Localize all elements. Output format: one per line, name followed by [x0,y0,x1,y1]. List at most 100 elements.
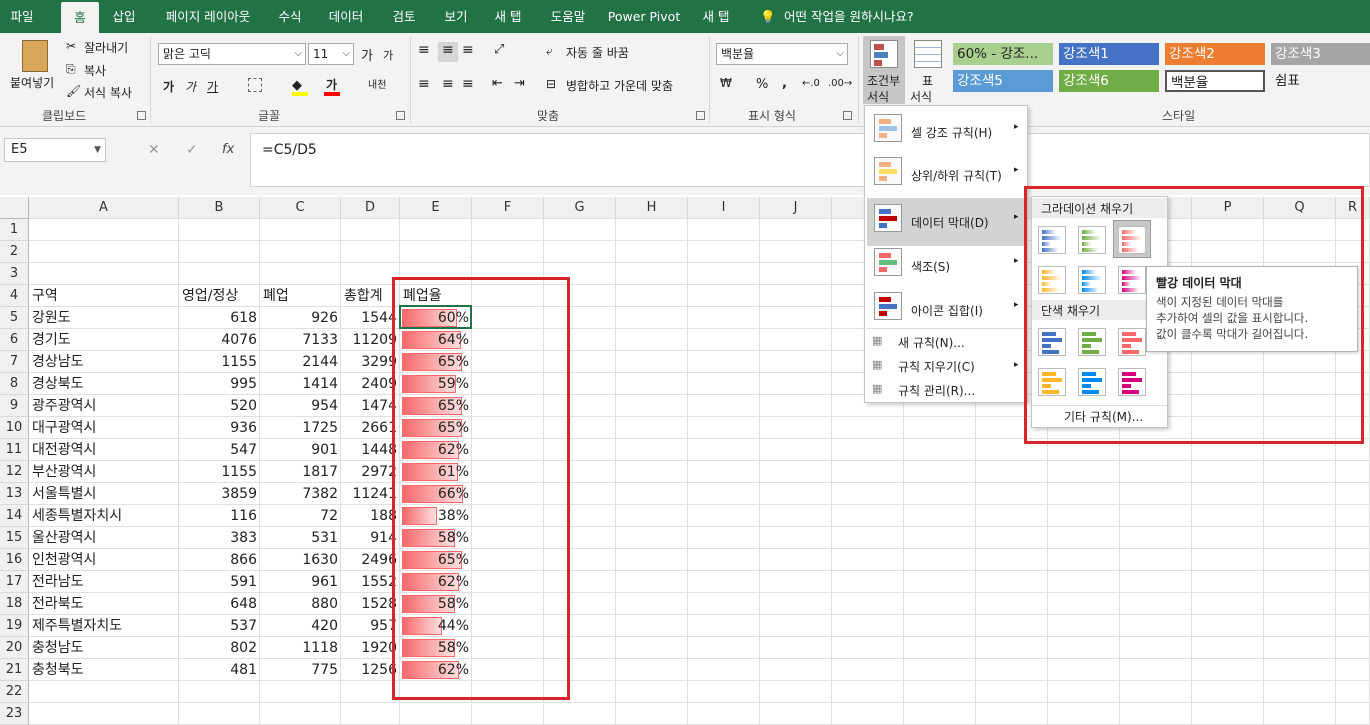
wrap-text-icon[interactable]: ⤶ [546,44,553,59]
underline-button[interactable]: 가 [207,78,218,95]
number-cell[interactable]: 957 [341,615,399,637]
header-cell[interactable]: 구역 [32,285,179,307]
align-left-icon[interactable]: ≡ [418,76,430,92]
align-center-icon[interactable]: ≡ [442,76,454,92]
select-all-corner[interactable] [0,197,29,219]
row-header[interactable]: 1 [0,219,29,241]
border-icon[interactable] [248,78,262,92]
number-cell[interactable]: 1817 [260,461,340,483]
number-cell[interactable]: 954 [260,395,340,417]
row-header[interactable]: 14 [0,505,29,527]
number-cell[interactable]: 2409 [341,373,399,395]
number-cell[interactable]: 420 [260,615,340,637]
cut-icon[interactable]: ✂ [66,39,76,53]
insert-function-icon[interactable]: fx [222,142,234,157]
row-header[interactable]: 21 [0,659,29,681]
region-cell[interactable]: 인천광역시 [32,549,179,571]
row-header[interactable]: 6 [0,329,29,351]
number-cell[interactable]: 2972 [341,461,399,483]
number-cell[interactable]: 520 [179,395,259,417]
row-header[interactable]: 19 [0,615,29,637]
row-header[interactable]: 17 [0,571,29,593]
number-cell[interactable]: 802 [179,637,259,659]
row-header[interactable]: 15 [0,527,29,549]
number-cell[interactable]: 11209 [341,329,399,351]
phonetic-button[interactable]: 내천 [368,76,386,91]
number-cell[interactable]: 116 [179,505,259,527]
tab-formulas[interactable]: 수식 [270,0,310,33]
merge-center-button[interactable]: 병합하고 가운데 맞춤 [566,77,673,94]
cf-menu-item[interactable]: 셀 강조 규칙(H) [911,124,992,141]
number-cell[interactable]: 2661 [341,417,399,439]
number-cell[interactable]: 383 [179,527,259,549]
column-header[interactable]: E [400,197,472,219]
number-cell[interactable]: 1256 [341,659,399,681]
orientation-icon[interactable]: ⤢ [494,42,504,57]
tab-file[interactable]: 파일 [0,0,44,33]
row-header[interactable]: 3 [0,263,29,285]
region-cell[interactable]: 경상남도 [32,351,179,373]
font-size-select[interactable]: 11 ⌵ [308,43,354,65]
number-cell[interactable]: 648 [179,593,259,615]
number-cell[interactable]: 188 [341,505,399,527]
number-cell[interactable]: 936 [179,417,259,439]
number-cell[interactable]: 1448 [341,439,399,461]
format-as-table-label-1[interactable]: 표 [922,72,933,89]
number-cell[interactable]: 481 [179,659,259,681]
number-cell[interactable]: 1725 [260,417,340,439]
number-cell[interactable]: 1544 [341,307,399,329]
decrease-indent-icon[interactable]: ⇤ [492,76,503,91]
number-cell[interactable]: 72 [260,505,340,527]
header-cell[interactable]: 폐업 [263,285,341,307]
region-cell[interactable]: 전라남도 [32,571,179,593]
percent-style-button[interactable]: % [756,77,768,92]
row-header[interactable]: 16 [0,549,29,571]
number-cell[interactable]: 2144 [260,351,340,373]
header-cell[interactable]: 영업/정상 [182,285,260,307]
row-header[interactable]: 5 [0,307,29,329]
cell-style-60-accent[interactable]: 60% - 강조... [953,43,1053,65]
number-cell[interactable]: 775 [260,659,340,681]
tab-review[interactable]: 검토 [382,0,426,33]
tab-new-1[interactable]: 새 탭 [486,0,530,33]
column-header[interactable]: C [260,197,341,219]
accounting-format-icon[interactable]: ₩ [720,76,732,90]
column-header[interactable]: H [616,197,688,219]
row-header[interactable]: 18 [0,593,29,615]
number-cell[interactable]: 1552 [341,571,399,593]
number-cell[interactable]: 1155 [179,461,259,483]
paste-button[interactable]: 붙여넣기 [10,74,54,91]
font-launcher-icon[interactable] [396,111,405,120]
row-header[interactable]: 4 [0,285,29,307]
wrap-text-button[interactable]: 자동 줄 바꿈 [566,44,629,61]
cf-menu-small-item[interactable]: 새 규칙(N)... [898,334,965,351]
region-cell[interactable]: 제주특별자치도 [32,615,179,637]
number-cell[interactable]: 880 [260,593,340,615]
region-cell[interactable]: 대구광역시 [32,417,179,439]
row-header[interactable]: 11 [0,439,29,461]
number-cell[interactable]: 11241 [341,483,399,505]
row-header[interactable]: 13 [0,483,29,505]
row-header[interactable]: 9 [0,395,29,417]
region-cell[interactable]: 울산광역시 [32,527,179,549]
tab-home[interactable]: 홈 [61,2,99,33]
font-color-button[interactable]: 가 [326,76,337,93]
column-header[interactable]: G [544,197,616,219]
cf-menu-item[interactable]: 데이터 막대(D) [911,214,989,231]
cf-menu-item[interactable]: 색조(S) [911,258,950,275]
number-cell[interactable]: 2496 [341,549,399,571]
region-cell[interactable]: 경상북도 [32,373,179,395]
format-painter-icon[interactable]: 🖌 [66,84,81,98]
tab-new-2[interactable]: 새 탭 [696,0,736,33]
region-cell[interactable]: 경기도 [32,329,179,351]
region-cell[interactable]: 충청남도 [32,637,179,659]
formula-input[interactable] [250,133,1370,187]
number-cell[interactable]: 531 [260,527,340,549]
number-cell[interactable]: 1155 [179,351,259,373]
align-middle-icon[interactable]: ≡ [442,42,454,58]
region-cell[interactable]: 강원도 [32,307,179,329]
italic-button[interactable]: 가 [185,78,196,95]
merge-center-icon[interactable]: ⊟ [546,77,556,91]
clipboard-launcher-icon[interactable] [137,111,146,120]
number-cell[interactable]: 926 [260,307,340,329]
